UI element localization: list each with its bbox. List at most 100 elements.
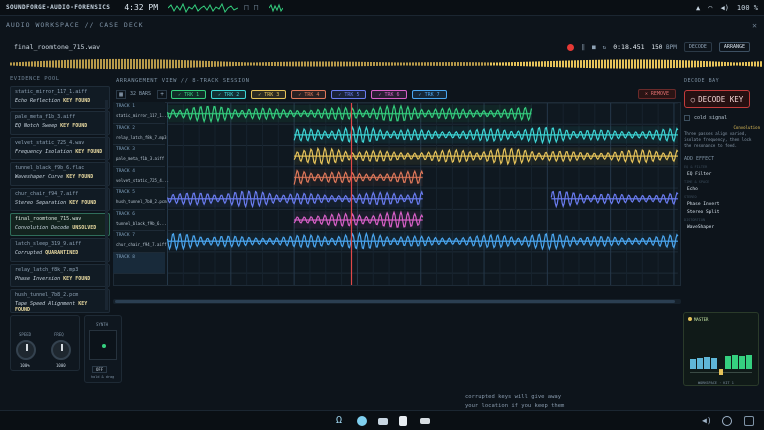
effect-item[interactable]: Stereo Split bbox=[684, 210, 760, 215]
speed-knob[interactable] bbox=[16, 340, 36, 360]
speaker-icon[interactable]: ◀) bbox=[702, 416, 712, 426]
overview-bar bbox=[541, 61, 543, 67]
overview-bar bbox=[535, 61, 537, 67]
chat-icon[interactable] bbox=[357, 416, 367, 426]
track-tab-5[interactable]: ✓ TRK 5 bbox=[331, 89, 367, 99]
app-name: SOUNDFORGE-AUDIO-FORENSICS bbox=[6, 4, 111, 11]
cold-signal-option[interactable]: cold signal bbox=[684, 115, 760, 121]
folder-icon[interactable] bbox=[420, 418, 430, 424]
timeline-scrollbar[interactable] bbox=[113, 299, 681, 304]
decode-mode-button[interactable]: DECODE bbox=[683, 42, 712, 52]
overview-bar bbox=[577, 60, 579, 68]
arrow-up-icon[interactable]: ▲ bbox=[696, 4, 700, 12]
evidence-file-name: tunnel_black_f9b_6.flac bbox=[15, 165, 85, 172]
overview-bar bbox=[19, 62, 21, 66]
track-header[interactable]: TRACK 7 chur_chair_f94_7.aiff bbox=[113, 231, 167, 253]
synth-xy-pad[interactable] bbox=[89, 330, 117, 360]
pause-icon[interactable]: ‖ bbox=[581, 44, 585, 51]
waveform-overview[interactable] bbox=[10, 57, 762, 71]
effect-item[interactable]: Echo bbox=[684, 187, 760, 192]
overview-bar bbox=[580, 60, 582, 68]
freq-knob[interactable] bbox=[51, 340, 71, 360]
synth-state-button[interactable]: OFF bbox=[92, 366, 108, 373]
overview-bar bbox=[367, 61, 369, 67]
overview-bar bbox=[28, 61, 30, 67]
overview-bar bbox=[364, 61, 366, 67]
close-icon[interactable]: ✕ bbox=[752, 21, 758, 30]
overview-bar bbox=[226, 61, 228, 67]
overview-bar bbox=[316, 61, 318, 67]
overview-bar bbox=[133, 58, 135, 70]
evidence-item[interactable]: static_mirror_117_1.aiff Echo Reflection… bbox=[10, 86, 110, 110]
track-header[interactable]: TRACK 2 relay_latch_f8k_7.mp3 bbox=[113, 123, 167, 145]
headphones-icon[interactable]: Ω bbox=[336, 415, 346, 426]
overview-bar bbox=[208, 60, 210, 68]
overview-bar bbox=[721, 61, 723, 67]
track-header[interactable]: TRACK 6 tunnel_black_f9b_6... bbox=[113, 209, 167, 231]
track-header[interactable]: TRACK 3 pale_meta_f1b_3.aiff bbox=[113, 145, 165, 167]
scroll-thumb[interactable] bbox=[115, 300, 675, 303]
overview-bar bbox=[286, 61, 288, 67]
overview-bar bbox=[310, 61, 312, 67]
evidence-item[interactable]: final_roomtone_715.wav Convolution Decod… bbox=[10, 212, 110, 237]
evidence-item[interactable]: chur_chair_f94_7.aiff Stereo Separation … bbox=[10, 187, 110, 211]
track-tab-1[interactable]: ✓ TRK 1 bbox=[171, 89, 207, 99]
effect-item[interactable]: EQ Filter bbox=[684, 172, 760, 177]
wifi-icon[interactable]: ◠ bbox=[708, 4, 712, 12]
overview-bar bbox=[91, 59, 93, 69]
stop-icon[interactable]: ■ bbox=[592, 44, 596, 51]
add-icon[interactable]: + bbox=[157, 89, 168, 99]
play-button[interactable] bbox=[567, 43, 575, 51]
track-file: chur_chair_f94_7.aiff bbox=[116, 242, 167, 247]
overview-bar bbox=[235, 61, 237, 67]
overview-bar bbox=[262, 62, 264, 66]
track-header[interactable]: TRACK 5 hush_tunnel_7b8_2.pcm bbox=[113, 188, 167, 210]
synth-pointer-icon[interactable] bbox=[102, 344, 106, 348]
track-file: pale_meta_f1b_3.aiff bbox=[116, 156, 165, 161]
overview-bar bbox=[49, 60, 51, 68]
evidence-item[interactable]: hush_tunnel_7b8_2.pcm Tape Speed Alignme… bbox=[10, 289, 110, 313]
overview-bar bbox=[160, 59, 162, 69]
overview-bar bbox=[346, 61, 348, 67]
bars-label[interactable]: 32 BARS bbox=[130, 91, 151, 97]
track-tab-3[interactable]: ✓ TRK 3 bbox=[251, 89, 287, 99]
track-tab-2[interactable]: ✓ TRK 2 bbox=[211, 89, 247, 99]
loop-icon[interactable]: ↻ bbox=[603, 44, 607, 51]
message-icon[interactable] bbox=[378, 418, 388, 425]
track-header[interactable]: TRACK 8 bbox=[113, 252, 165, 274]
overview-bar bbox=[358, 61, 360, 67]
track-tab-6[interactable]: ✓ TRK 6 bbox=[371, 89, 407, 99]
overview-bar bbox=[145, 59, 147, 69]
overview-bar bbox=[217, 61, 219, 67]
notification-icon[interactable] bbox=[744, 416, 754, 426]
evidence-item[interactable]: pale_meta_f1b_3.aiff EQ Notch Sweep KEY … bbox=[10, 111, 110, 135]
track-header[interactable]: TRACK 4 velvet_static_725_4... bbox=[113, 166, 169, 188]
evidence-item[interactable]: tunnel_black_f9b_6.flac Waveshaper Curve… bbox=[10, 162, 110, 186]
evidence-item[interactable]: velvet_static_725_4.wav Frequency Isolat… bbox=[10, 136, 110, 161]
evidence-scrollbar[interactable] bbox=[105, 100, 108, 310]
arrange-mode-button[interactable]: ARRANGE bbox=[718, 42, 750, 52]
overview-bar bbox=[118, 58, 120, 70]
decode-key-button[interactable]: ○ DECODE KEY bbox=[684, 90, 750, 108]
evidence-item[interactable]: relay_latch_f8k_7.mp3 Phase Inversion KE… bbox=[10, 263, 110, 288]
effect-item[interactable]: Phase Invert bbox=[684, 202, 760, 207]
overview-bar bbox=[406, 62, 408, 66]
track-tab-4[interactable]: ✓ TRK 4 bbox=[291, 89, 327, 99]
document-icon[interactable] bbox=[399, 416, 407, 426]
arrangement-grid[interactable] bbox=[113, 102, 681, 286]
overview-bar bbox=[421, 62, 423, 66]
effect-item[interactable]: WaveShaper bbox=[684, 225, 760, 230]
overview-bar bbox=[445, 62, 447, 66]
track-tab-7[interactable]: ✓ TRK 7 bbox=[411, 89, 447, 99]
track-header[interactable]: TRACK 1 static_mirror_117_1... bbox=[113, 102, 169, 124]
cold-signal-checkbox[interactable] bbox=[684, 115, 690, 121]
volume-icon[interactable]: ◀) bbox=[720, 4, 728, 12]
remove-button[interactable]: ✕ REMOVE bbox=[637, 89, 676, 99]
settings-icon[interactable] bbox=[722, 416, 732, 426]
evidence-status: Echo Reflection KEY FOUND bbox=[15, 98, 91, 104]
evidence-item[interactable]: latch_sleep_319_9.aiff Corrupted QUARANT… bbox=[10, 238, 110, 262]
grid-toggle-icon[interactable]: ▦ bbox=[116, 89, 126, 99]
overview-bar bbox=[556, 60, 558, 68]
overview-bar bbox=[466, 62, 468, 66]
overview-bar bbox=[82, 59, 84, 69]
